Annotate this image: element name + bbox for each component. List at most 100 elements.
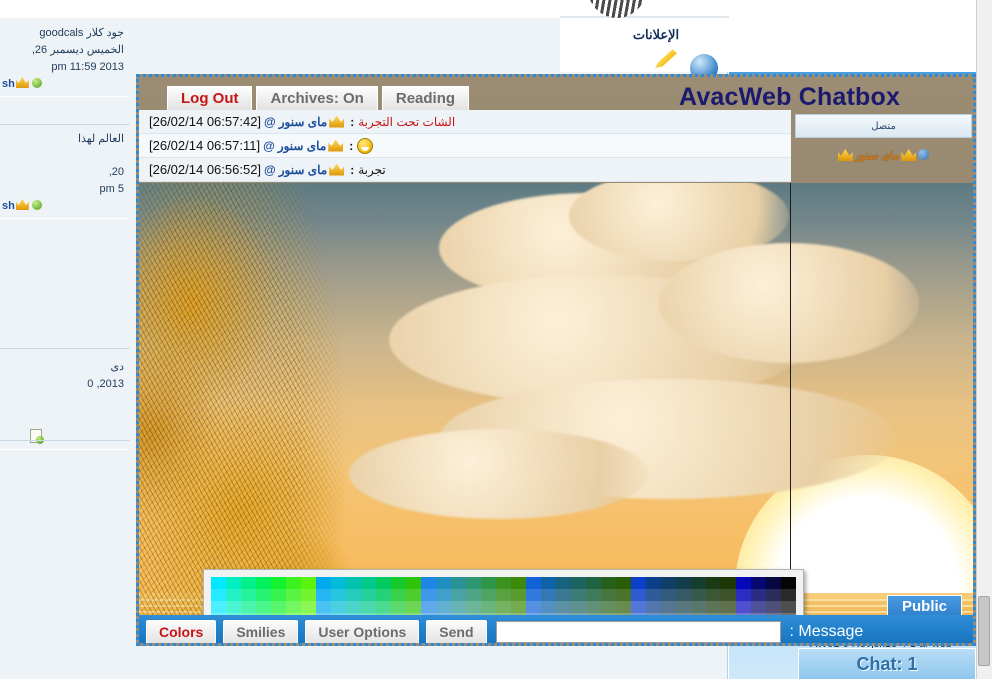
- color-swatch[interactable]: [631, 577, 646, 589]
- color-swatch[interactable]: [451, 601, 466, 613]
- color-swatch[interactable]: [721, 601, 736, 613]
- color-swatch[interactable]: [481, 601, 496, 613]
- color-swatch[interactable]: [751, 601, 766, 613]
- color-swatch[interactable]: [676, 601, 691, 613]
- color-swatch[interactable]: [511, 601, 526, 613]
- color-swatch[interactable]: [331, 589, 346, 601]
- color-swatch[interactable]: [496, 589, 511, 601]
- color-swatch[interactable]: [226, 601, 241, 613]
- tab-archives[interactable]: Archives: On: [256, 86, 378, 110]
- color-swatch[interactable]: [766, 601, 781, 613]
- color-swatch[interactable]: [751, 577, 766, 589]
- color-swatch[interactable]: [541, 577, 556, 589]
- color-swatch[interactable]: [421, 601, 436, 613]
- color-swatch[interactable]: [421, 589, 436, 601]
- color-swatch[interactable]: [646, 589, 661, 601]
- color-swatch[interactable]: [436, 589, 451, 601]
- color-swatch[interactable]: [691, 577, 706, 589]
- color-swatch[interactable]: [271, 589, 286, 601]
- page-scrollbar-thumb[interactable]: [978, 596, 990, 666]
- color-swatch[interactable]: [631, 601, 646, 613]
- color-swatch[interactable]: [451, 589, 466, 601]
- color-swatch[interactable]: [226, 577, 241, 589]
- color-swatch[interactable]: [466, 601, 481, 613]
- color-swatch[interactable]: [721, 589, 736, 601]
- color-swatch[interactable]: [526, 577, 541, 589]
- color-swatch[interactable]: [286, 589, 301, 601]
- color-swatch[interactable]: [601, 601, 616, 613]
- color-swatch[interactable]: [211, 577, 226, 589]
- color-swatch[interactable]: [571, 601, 586, 613]
- color-swatch[interactable]: [571, 589, 586, 601]
- chat-status-box[interactable]: Chat: 1: [798, 648, 976, 679]
- color-swatch[interactable]: [301, 577, 316, 589]
- online-user-name[interactable]: ماى سنور: [855, 150, 899, 162]
- color-swatch[interactable]: [781, 589, 796, 601]
- color-swatch[interactable]: [676, 577, 691, 589]
- message-username[interactable]: ماى سنور: [279, 163, 327, 177]
- color-swatch[interactable]: [481, 589, 496, 601]
- color-swatch[interactable]: [346, 601, 361, 613]
- color-swatch[interactable]: [436, 577, 451, 589]
- color-swatch[interactable]: [781, 577, 796, 589]
- color-swatch[interactable]: [721, 577, 736, 589]
- color-swatch[interactable]: [286, 601, 301, 613]
- color-swatch[interactable]: [301, 589, 316, 601]
- online-user-list-header[interactable]: متصل: [795, 114, 972, 138]
- color-swatch[interactable]: [586, 577, 601, 589]
- color-swatch[interactable]: [406, 577, 421, 589]
- color-swatch[interactable]: [616, 589, 631, 601]
- color-swatch[interactable]: [661, 589, 676, 601]
- color-swatch[interactable]: [346, 589, 361, 601]
- color-swatch[interactable]: [256, 577, 271, 589]
- color-swatch[interactable]: [481, 577, 496, 589]
- color-swatch[interactable]: [256, 601, 271, 613]
- color-swatch[interactable]: [781, 601, 796, 613]
- color-swatch[interactable]: [646, 577, 661, 589]
- color-swatch[interactable]: [301, 601, 316, 613]
- color-swatch[interactable]: [556, 577, 571, 589]
- color-swatch[interactable]: [241, 577, 256, 589]
- color-swatch[interactable]: [541, 589, 556, 601]
- color-swatch[interactable]: [736, 601, 751, 613]
- color-swatch[interactable]: [736, 577, 751, 589]
- message-username[interactable]: ماى سنور: [279, 115, 327, 129]
- color-swatch[interactable]: [601, 589, 616, 601]
- forum-post-2-user[interactable]: sh: [2, 200, 15, 212]
- color-swatch[interactable]: [346, 577, 361, 589]
- color-swatch[interactable]: [586, 589, 601, 601]
- color-swatch[interactable]: [496, 577, 511, 589]
- color-swatch[interactable]: [316, 577, 331, 589]
- chat-message-list[interactable]: [26/02/14 06:57:42] @ ماى سنور : الشات ت…: [139, 110, 791, 182]
- color-swatch[interactable]: [616, 577, 631, 589]
- color-swatch[interactable]: [691, 589, 706, 601]
- color-swatch[interactable]: [751, 589, 766, 601]
- color-swatch[interactable]: [706, 601, 721, 613]
- color-swatch[interactable]: [706, 577, 721, 589]
- tab-log-out[interactable]: Log Out: [167, 86, 253, 110]
- color-swatch[interactable]: [631, 589, 646, 601]
- color-swatch[interactable]: [466, 589, 481, 601]
- user-options-button[interactable]: User Options: [305, 620, 420, 643]
- color-swatch[interactable]: [211, 589, 226, 601]
- tab-reading[interactable]: Reading: [381, 86, 470, 110]
- color-swatch[interactable]: [226, 589, 241, 601]
- color-swatch[interactable]: [241, 601, 256, 613]
- color-swatch[interactable]: [526, 601, 541, 613]
- color-swatch[interactable]: [586, 601, 601, 613]
- color-swatch[interactable]: [316, 589, 331, 601]
- color-swatch[interactable]: [511, 577, 526, 589]
- color-swatch[interactable]: [376, 601, 391, 613]
- color-swatch[interactable]: [376, 577, 391, 589]
- color-swatch[interactable]: [316, 601, 331, 613]
- color-swatch[interactable]: [241, 589, 256, 601]
- color-swatch[interactable]: [406, 601, 421, 613]
- color-swatch[interactable]: [661, 601, 676, 613]
- send-button[interactable]: Send: [426, 620, 487, 643]
- color-swatch[interactable]: [691, 601, 706, 613]
- color-swatch[interactable]: [331, 601, 346, 613]
- color-swatch[interactable]: [541, 601, 556, 613]
- color-swatch[interactable]: [451, 577, 466, 589]
- color-swatch[interactable]: [556, 601, 571, 613]
- color-swatch[interactable]: [466, 577, 481, 589]
